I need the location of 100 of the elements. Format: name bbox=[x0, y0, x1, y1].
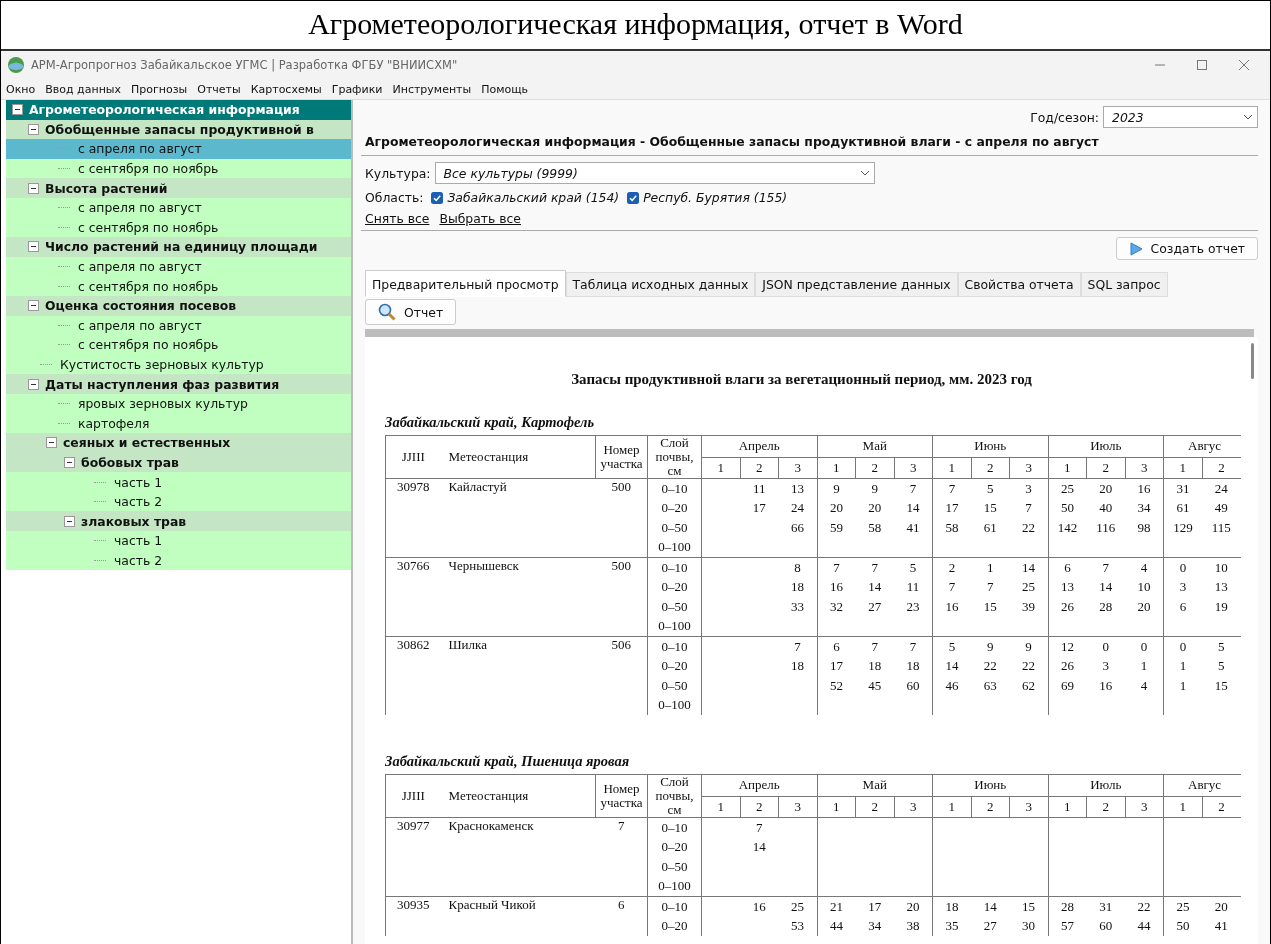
table-cell: 18 bbox=[778, 656, 817, 676]
tree-item[interactable]: часть 2 bbox=[6, 550, 351, 571]
tab[interactable]: JSON представление данных bbox=[755, 272, 958, 297]
menu-item[interactable]: Окно bbox=[1, 82, 41, 96]
table-cell: 0–10 bbox=[647, 896, 702, 917]
tree-item[interactable]: с сентября по ноябрь bbox=[6, 335, 351, 355]
tree-item[interactable]: яровых зерновых культур bbox=[6, 393, 351, 414]
table-cell: 30935 bbox=[385, 896, 441, 936]
tree-item[interactable]: Высота растений bbox=[6, 178, 351, 198]
column-header: Метеостанция bbox=[440, 774, 596, 818]
column-header: 1 bbox=[932, 457, 971, 479]
checkbox[interactable] bbox=[431, 191, 444, 204]
report-heading: Агрометеорологическая информация - Обобщенные запасы продуктивной влаги - с апреля по август bbox=[361, 130, 1258, 156]
collapse-icon[interactable] bbox=[46, 437, 57, 449]
table-cell: 500 bbox=[595, 557, 648, 637]
menu-item[interactable]: Ввод данных bbox=[40, 82, 127, 96]
tab[interactable]: Предварительный просмотр bbox=[365, 270, 566, 297]
tab[interactable]: Свойства отчета bbox=[957, 272, 1081, 297]
tree-item[interactable]: сеяных и естественных bbox=[6, 433, 351, 453]
tree-item[interactable]: Даты наступления фаз развития bbox=[6, 374, 351, 394]
table-cell: 0–100 bbox=[647, 537, 702, 558]
table-cell: 5 bbox=[971, 478, 1010, 499]
culture-select[interactable]: Все культуры (9999) bbox=[434, 162, 875, 184]
report-button[interactable]: Отчет bbox=[365, 299, 457, 325]
menu-item[interactable]: Отчеты bbox=[192, 82, 246, 96]
collapse-icon[interactable] bbox=[28, 241, 39, 253]
tree-item[interactable]: Число растений на единицу площади bbox=[6, 237, 351, 257]
maximize-icon[interactable] bbox=[1196, 59, 1208, 71]
menu-item[interactable]: Графики bbox=[326, 82, 388, 96]
table-cell: 0–100 bbox=[647, 695, 702, 715]
column-header: 1 bbox=[1163, 457, 1202, 479]
table-cell: 22 bbox=[1009, 656, 1048, 676]
checkbox-label: Забайкальский край (154) bbox=[447, 190, 620, 205]
tree-item[interactable]: картофеля bbox=[6, 413, 351, 434]
table-cell: 7 bbox=[894, 478, 933, 499]
collapse-icon[interactable] bbox=[28, 123, 39, 135]
table-cell-text: 61 bbox=[982, 518, 998, 537]
collapse-icon[interactable] bbox=[28, 300, 39, 312]
table-cell: 0–50 bbox=[647, 518, 702, 538]
table-cell: 50 bbox=[1048, 498, 1087, 518]
table-cell: 506 bbox=[595, 636, 648, 715]
table-cell: 38 bbox=[894, 916, 933, 936]
table-cell: 0–100 bbox=[647, 876, 702, 897]
close-icon[interactable] bbox=[1238, 59, 1250, 71]
tree-item[interactable]: злаковых трав bbox=[6, 511, 351, 532]
table-cell: 98 bbox=[1125, 518, 1164, 538]
collapse-icon[interactable] bbox=[28, 378, 39, 390]
tree-item[interactable]: с апреля по август bbox=[6, 315, 351, 336]
table-cell: 3 bbox=[1009, 478, 1048, 499]
collapse-icon[interactable] bbox=[64, 515, 75, 527]
tree-item[interactable]: часть 2 bbox=[6, 491, 351, 512]
table-cell: 30766 bbox=[385, 557, 441, 637]
section-title: Забайкальский край, Пшеница яровая bbox=[385, 753, 631, 770]
tree-item[interactable]: часть 1 bbox=[6, 531, 351, 551]
table-cell: 20 bbox=[1086, 478, 1125, 499]
tree-item[interactable]: с апреля по август bbox=[6, 139, 351, 159]
table-cell: 46 bbox=[932, 676, 971, 696]
menu-item[interactable]: Помощь bbox=[476, 82, 534, 96]
tree-item[interactable]: часть 1 bbox=[6, 472, 351, 492]
tree-item[interactable]: с сентября по ноябрь bbox=[6, 276, 351, 296]
column-header: 2 bbox=[1086, 796, 1125, 818]
table-cell: 24 bbox=[1202, 478, 1241, 499]
collapse-icon[interactable] bbox=[64, 457, 75, 468]
table-cell: 0 bbox=[1125, 636, 1164, 657]
table-cell: 53 bbox=[778, 916, 817, 936]
tree-item[interactable]: с сентября по ноябрь bbox=[6, 217, 351, 238]
tree-item[interactable]: Оценка состояния посевов bbox=[6, 295, 351, 316]
tree-item[interactable]: бобовых трав bbox=[6, 452, 351, 473]
table-cell: 4 bbox=[1125, 676, 1164, 696]
link[interactable]: Выбрать все bbox=[439, 211, 521, 226]
table-cell: 1 bbox=[1163, 676, 1202, 696]
checkbox[interactable] bbox=[627, 191, 640, 204]
tree-item[interactable]: Кустистость зерновых культур bbox=[6, 354, 351, 375]
tree-item[interactable]: с апреля по август bbox=[6, 197, 351, 218]
table-cell-text: 58 bbox=[867, 518, 883, 537]
tab[interactable]: Таблица исходных данных bbox=[565, 272, 756, 297]
table-cell: 7 bbox=[817, 557, 856, 578]
table-cell: 9 bbox=[1009, 636, 1048, 657]
vertical-scrollbar[interactable] bbox=[1251, 343, 1254, 379]
create-report-button[interactable]: Создать отчет bbox=[1115, 237, 1258, 260]
table-cell-text: 41 bbox=[1213, 917, 1229, 936]
year-select[interactable]: 2023 bbox=[1103, 106, 1258, 128]
tree-item[interactable]: с сентября по ноябрь bbox=[6, 158, 351, 179]
collapse-icon[interactable] bbox=[28, 182, 39, 194]
menu-item[interactable]: Прогнозы bbox=[126, 82, 193, 96]
tab[interactable]: SQL запрос bbox=[1080, 272, 1168, 297]
tree-item[interactable]: с апреля по август bbox=[6, 256, 351, 277]
menu-item[interactable]: Инструменты bbox=[387, 82, 477, 96]
tree-item[interactable]: Агрометеорологическая информация bbox=[6, 100, 351, 120]
table-cell: 6 bbox=[817, 636, 856, 657]
menu-item[interactable]: Картосхемы bbox=[245, 82, 327, 96]
column-header: Слой почвы, см bbox=[647, 435, 702, 479]
page-caption: Агрометеорологическая информация, отчет в Word bbox=[308, 7, 963, 40]
collapse-icon[interactable] bbox=[12, 104, 23, 116]
table-cell: 24 bbox=[778, 498, 817, 518]
link[interactable]: Снять все bbox=[365, 211, 430, 226]
tree-item[interactable]: Обобщенные запасы продуктивной в bbox=[6, 119, 351, 140]
table-cell: 0–10 bbox=[647, 817, 702, 838]
table-cell-text: 3 bbox=[1101, 657, 1110, 676]
column-header: 2 bbox=[855, 457, 894, 479]
